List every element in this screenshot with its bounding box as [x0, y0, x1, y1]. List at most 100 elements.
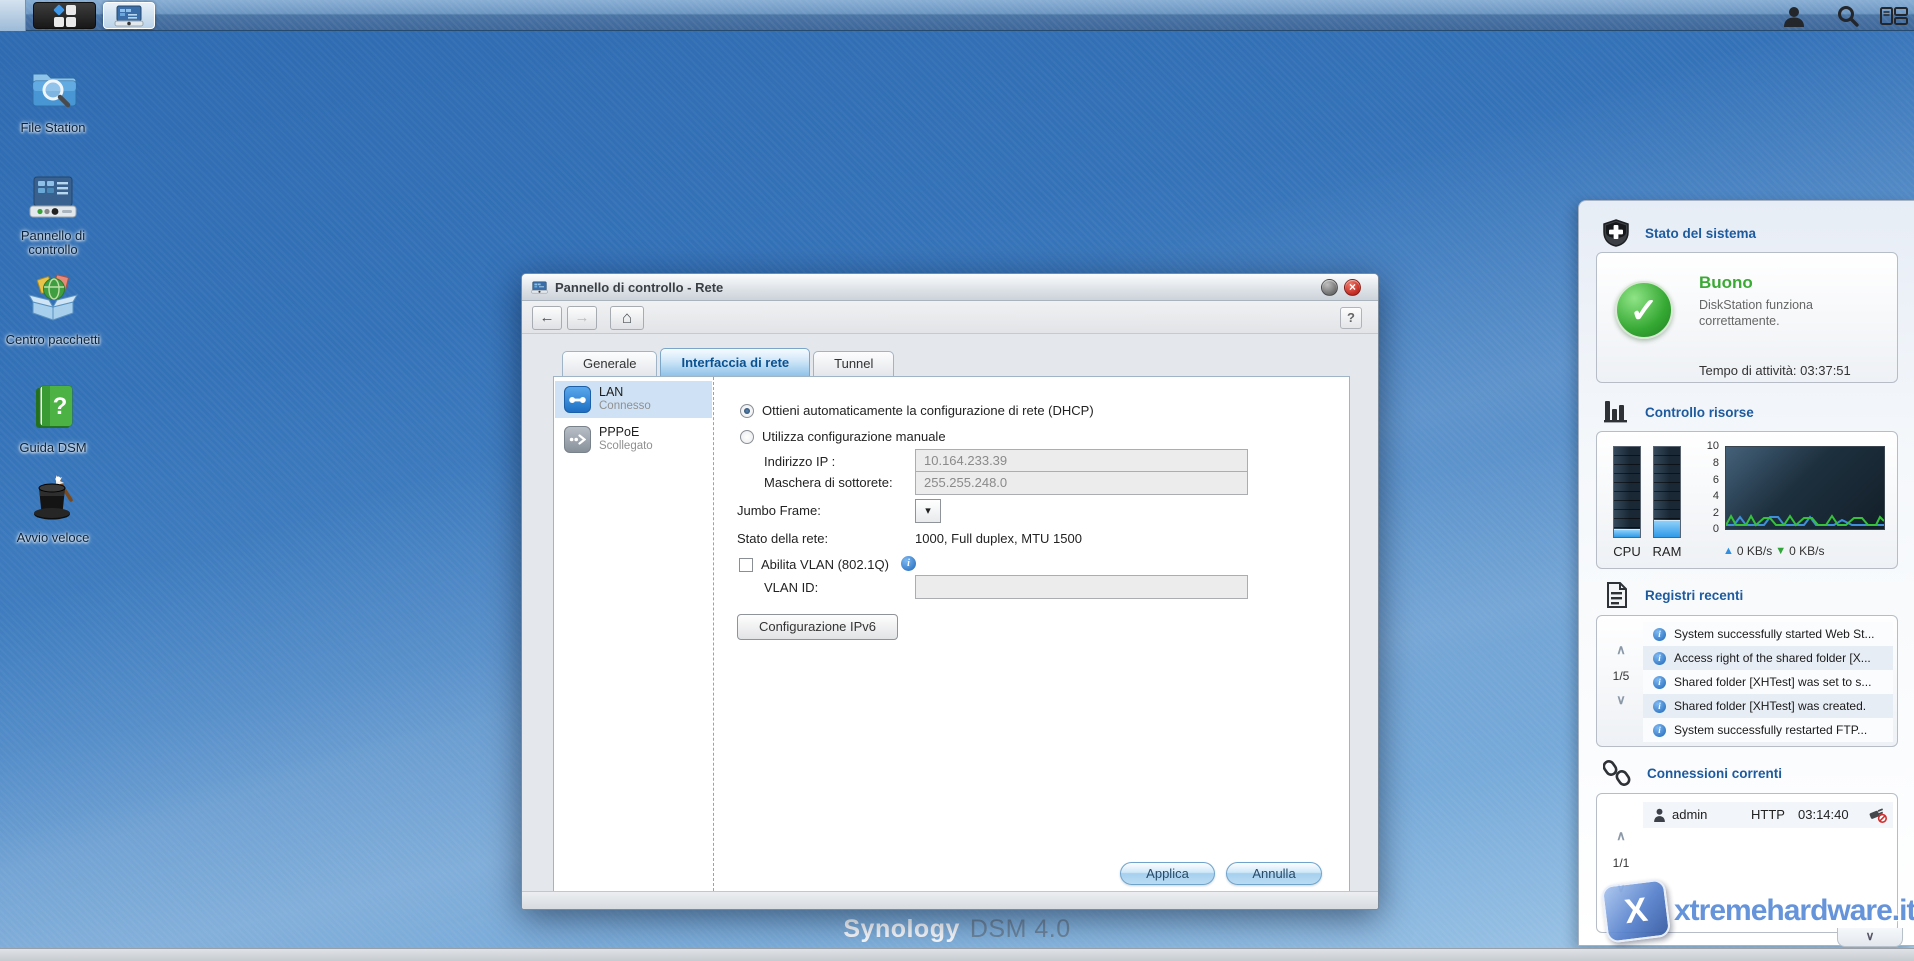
ip-address-field: 10.164.233.39	[915, 449, 1248, 473]
jumbo-frame-label: Jumbo Frame:	[737, 503, 821, 518]
tab-tunnel[interactable]: Tunnel	[813, 351, 894, 376]
axis-tick: 4	[1693, 490, 1719, 502]
xtremehardware-logo-icon: X	[1601, 878, 1672, 943]
back-button[interactable]: ←	[532, 306, 562, 330]
bar-chart-icon	[1603, 399, 1629, 425]
pppoe-icon	[564, 426, 591, 453]
main-menu-button[interactable]	[33, 2, 96, 29]
cpu-meter-fill	[1614, 529, 1640, 537]
connections-page-indicator: 1/1	[1606, 856, 1636, 870]
interface-item-lan[interactable]: LAN Connesso	[555, 381, 712, 418]
log-text: Shared folder [XHTest] was created.	[1674, 699, 1866, 713]
download-rate: 0 KB/s	[1789, 544, 1824, 558]
window-footer	[522, 891, 1378, 909]
forward-button[interactable]: →	[567, 306, 597, 330]
desktop: File Station Pannello di controllo	[0, 0, 1914, 961]
tab-content: LAN Connesso PPPoE Scollegato Ottieni au…	[553, 376, 1350, 892]
system-health-header: Stato del sistema	[1603, 219, 1756, 247]
vlan-checkbox[interactable]	[739, 558, 753, 572]
connection-time: 03:14:40	[1798, 807, 1849, 822]
interface-status: Connesso	[599, 400, 651, 412]
cpu-meter	[1613, 446, 1641, 538]
axis-tick: 6	[1693, 474, 1719, 486]
network-status-label: Stato della rete:	[737, 531, 828, 546]
vlan-id-label: VLAN ID:	[764, 580, 818, 595]
desktop-icon-dsm-help[interactable]: ? Guida DSM	[0, 384, 106, 455]
vlan-checkbox-label[interactable]: Abilita VLAN (802.1Q)	[761, 557, 889, 572]
upload-rate: 0 KB/s	[1737, 544, 1772, 558]
desktop-icon-label: Centro pacchetti	[0, 333, 106, 347]
subnet-mask-label: Maschera di sottorete:	[764, 475, 893, 490]
apply-button[interactable]: Applica	[1120, 862, 1215, 885]
desktop-icon-quick-start[interactable]: Avvio veloce	[0, 470, 106, 545]
interface-name: LAN	[599, 385, 623, 399]
interface-name: PPPoE	[599, 425, 639, 439]
vlan-info-icon[interactable]: i	[901, 556, 916, 571]
logs-page-down-icon[interactable]: ∨	[1611, 692, 1631, 708]
log-icon	[1603, 581, 1629, 609]
help-button[interactable]: ?	[1340, 307, 1362, 329]
log-row: iSystem successfully restarted FTP...	[1643, 718, 1893, 742]
close-button[interactable]: ×	[1344, 279, 1361, 296]
user-menu-button[interactable]	[1776, 3, 1812, 28]
ram-label: RAM	[1649, 544, 1685, 559]
desktop-icon-label: Guida DSM	[0, 441, 106, 455]
log-row: iShared folder [XHTest] was set to s...	[1643, 670, 1893, 694]
desktop-icon-label: File Station	[0, 121, 106, 135]
info-icon: i	[1653, 628, 1666, 641]
home-button[interactable]: ⌂	[610, 306, 644, 330]
desktop-icon-package-center[interactable]: Centro pacchetti	[0, 274, 106, 347]
desktop-icon-control-panel[interactable]: Pannello di controllo	[0, 176, 106, 257]
control-panel-icon	[27, 176, 79, 220]
tab-generale[interactable]: Generale	[562, 351, 657, 376]
package-center-icon	[27, 274, 79, 324]
search-button[interactable]	[1830, 3, 1866, 28]
log-row: iSystem successfully started Web St...	[1643, 622, 1893, 646]
file-station-icon	[27, 64, 79, 112]
log-text: Access right of the shared folder [X...	[1674, 651, 1871, 665]
subnet-mask-field: 255.255.248.0	[915, 471, 1248, 495]
window-title: Pannello di controllo - Rete	[555, 280, 723, 295]
vlan-id-field	[915, 575, 1248, 599]
dhcp-radio[interactable]	[740, 404, 754, 418]
desktop-icon-file-station[interactable]: File Station	[0, 64, 106, 135]
interface-item-pppoe[interactable]: PPPoE Scollegato	[555, 421, 712, 458]
jumbo-frame-dropdown[interactable]: ▾	[915, 499, 941, 523]
network-rates: ▲ 0 KB/s ▼ 0 KB/s	[1723, 544, 1825, 558]
desktop-icon-label: Pannello di controllo	[0, 229, 106, 257]
current-connections-header: Connessioni correnti	[1603, 759, 1782, 787]
health-status: Buono	[1699, 273, 1753, 293]
download-arrow-icon: ▼	[1775, 545, 1786, 557]
disconnect-icon[interactable]	[1869, 807, 1887, 823]
axis-tick: 0	[1693, 523, 1719, 535]
user-icon	[1653, 808, 1666, 822]
window-titlebar[interactable]: Pannello di controllo - Rete ×	[522, 274, 1378, 301]
info-icon: i	[1653, 652, 1666, 665]
ipv6-config-button[interactable]: Configurazione IPv6	[737, 614, 898, 640]
log-text: System successfully restarted FTP...	[1674, 723, 1867, 737]
quick-start-icon	[27, 470, 79, 522]
dhcp-radio-label[interactable]: Ottieni automaticamente la configurazion…	[762, 403, 1094, 418]
control-panel-window: Pannello di controllo - Rete × ← → ⌂ ? G…	[521, 273, 1379, 910]
connections-page-up-icon[interactable]: ∧	[1611, 828, 1631, 844]
health-ok-icon: ✓	[1615, 281, 1673, 339]
cancel-button[interactable]: Annulla	[1226, 862, 1322, 885]
connection-protocol: HTTP	[1751, 807, 1785, 822]
minimize-button[interactable]	[1321, 279, 1338, 296]
user-icon	[1782, 5, 1806, 27]
link-icon	[1603, 759, 1631, 787]
pilot-view-button[interactable]	[1876, 3, 1912, 28]
lan-icon	[564, 386, 591, 413]
logs-page-up-icon[interactable]: ∧	[1611, 642, 1631, 658]
info-icon: i	[1653, 676, 1666, 689]
tab-interfaccia-di-rete[interactable]: Interfaccia di rete	[660, 348, 810, 376]
logs-page-indicator: 1/5	[1606, 669, 1636, 683]
recent-logs-card: ∧ 1/5 ∨ iSystem successfully started Web…	[1596, 615, 1898, 747]
manual-config-radio-label[interactable]: Utilizza configurazione manuale	[762, 429, 946, 444]
manual-config-radio[interactable]	[740, 430, 754, 444]
search-icon	[1836, 4, 1860, 28]
network-status-value: 1000, Full duplex, MTU 1500	[915, 531, 1082, 546]
main-menu-icon	[51, 5, 79, 27]
desktop-icon-label: Avvio veloce	[0, 531, 106, 545]
taskbar-item-control-panel[interactable]	[103, 2, 155, 29]
